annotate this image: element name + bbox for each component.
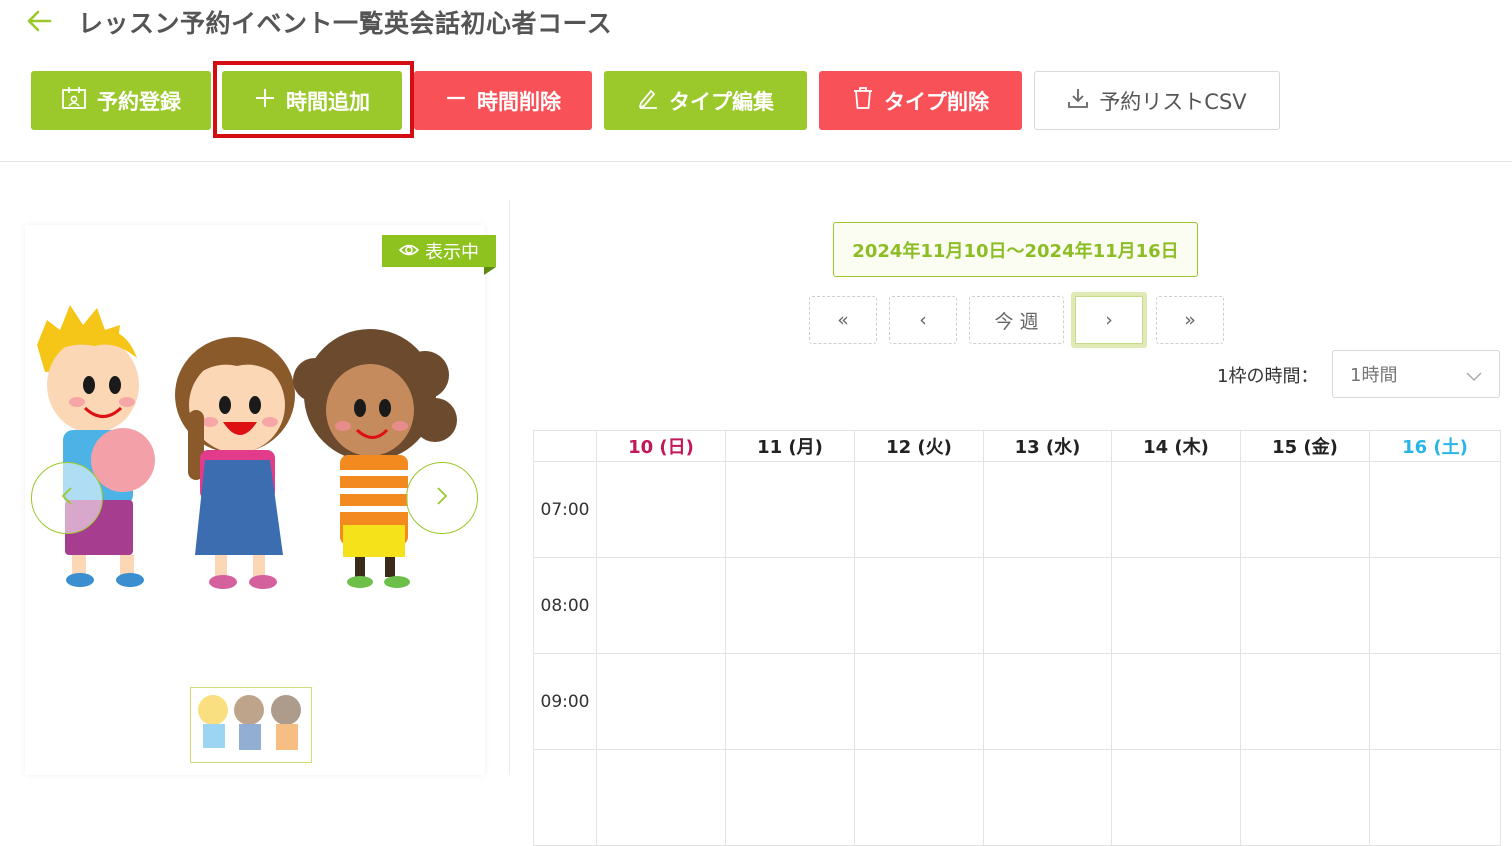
day-header-tuesday: 12 (火) [854,430,984,462]
visibility-status-label: 表示中 [425,242,479,263]
time-row: 07:00 [533,461,1501,558]
boy-illustration [37,305,155,587]
week-date-range: 2024年11月10日～2024年11月16日 [833,222,1198,277]
time-label: 07:00 [533,461,597,558]
time-row [533,749,1501,846]
this-week-label: 今 週 [994,310,1039,333]
prev-week-button[interactable]: ‹ [889,296,957,344]
chevron-right-icon [435,486,449,510]
chevron-left-icon: ‹ [919,309,927,331]
header-divider [0,161,1512,162]
day-header-thursday: 14 (木) [1111,430,1241,462]
panel-divider [509,200,510,775]
export-csv-label: 予約リストCSV [1099,89,1247,114]
first-week-button[interactable]: « [809,296,877,344]
day-header-friday: 15 (金) [1240,430,1370,462]
time-slot-cell[interactable] [596,557,726,654]
day-header-monday: 11 (月) [725,430,855,462]
time-slot-cell[interactable] [596,461,726,558]
time-slot-cell[interactable] [1369,749,1501,846]
visibility-status-badge: 表示中 [382,235,496,267]
calendar-header-row: 10 (日) 11 (月) 12 (火) 13 (水) 14 (木) 15 (金… [533,430,1501,462]
week-calendar: 10 (日) 11 (月) 12 (火) 13 (水) 14 (木) 15 (金… [533,430,1501,846]
time-slot-cell[interactable] [596,749,726,846]
slot-duration-label: 1枠の時間： [1217,366,1319,387]
time-slot-cell[interactable] [1369,461,1501,558]
chevron-left-icon [60,486,74,510]
add-time-button[interactable]: 時間追加 [222,71,402,130]
double-chevron-right-icon: » [1184,309,1196,331]
edit-type-label: タイプ編集 [669,89,774,114]
image-thumbnail[interactable] [190,687,312,763]
book-reservation-label: 予約登録 [97,89,181,114]
time-slot-cell[interactable] [983,653,1112,750]
time-slot-cell[interactable] [1111,749,1241,846]
time-row: 08:00 [533,557,1501,654]
slot-duration-value: 1時間 [1350,365,1398,386]
trash-icon [852,86,874,115]
last-week-button[interactable]: » [1156,296,1224,344]
eye-icon [398,241,420,262]
time-slot-cell[interactable] [1111,461,1241,558]
export-csv-button[interactable]: 予約リストCSV [1034,71,1280,130]
time-header-corner [533,430,597,462]
time-label: 08:00 [533,557,597,654]
add-time-label: 時間追加 [286,89,370,114]
day-header-wednesday: 13 (水) [983,430,1112,462]
slot-duration-select[interactable]: 1時間 [1332,350,1500,398]
lesson-main-image [25,300,485,600]
edit-icon [637,87,659,114]
chevron-right-icon: › [1105,309,1113,331]
day-header-sunday: 10 (日) [596,430,726,462]
time-slot-cell[interactable] [1240,653,1370,750]
day-header-saturday: 16 (土) [1369,430,1501,462]
time-slot-cell[interactable] [1111,653,1241,750]
page-title: レッスン予約イベント一覧英会話初心者コース [78,9,613,38]
minus-icon [445,87,467,114]
ribbon-fold [484,267,496,275]
time-slot-cell[interactable] [1369,557,1501,654]
time-row: 09:00 [533,653,1501,750]
time-slot-cell[interactable] [596,653,726,750]
carousel-prev-button[interactable] [31,462,103,534]
carousel-next-button[interactable] [406,462,478,534]
edit-type-button[interactable]: タイプ編集 [604,71,807,130]
time-slot-cell[interactable] [725,653,855,750]
time-slot-cell[interactable] [1240,749,1370,846]
time-label [533,749,597,846]
time-slot-cell[interactable] [983,557,1112,654]
time-label: 09:00 [533,653,597,750]
next-week-button[interactable]: › [1071,292,1147,348]
delete-type-button[interactable]: タイプ削除 [819,71,1022,130]
time-slot-cell[interactable] [725,749,855,846]
time-slot-cell[interactable] [854,557,984,654]
delete-type-label: タイプ削除 [884,89,989,114]
book-reservation-button[interactable]: 予約登録 [31,71,211,130]
time-slot-cell[interactable] [1240,557,1370,654]
delete-time-label: 時間削除 [477,89,561,114]
plus-icon [254,87,276,114]
download-icon [1067,87,1089,114]
this-week-button[interactable]: 今 週 [969,296,1064,344]
double-chevron-left-icon: « [837,309,849,331]
time-slot-cell[interactable] [1369,653,1501,750]
time-slot-cell[interactable] [725,461,855,558]
delete-time-button[interactable]: 時間削除 [414,71,592,130]
time-slot-cell[interactable] [725,557,855,654]
time-slot-cell[interactable] [983,749,1112,846]
chevron-down-icon [1465,366,1483,387]
time-slot-cell[interactable] [983,461,1112,558]
girl-illustration [175,337,295,589]
time-slot-cell[interactable] [854,749,984,846]
time-slot-cell[interactable] [1240,461,1370,558]
calendar-user-icon [61,86,87,115]
time-slot-cell[interactable] [854,653,984,750]
girl-curly-illustration [293,329,457,588]
time-slot-cell[interactable] [1111,557,1241,654]
time-slot-cell[interactable] [854,461,984,558]
back-arrow-icon[interactable] [24,6,54,36]
